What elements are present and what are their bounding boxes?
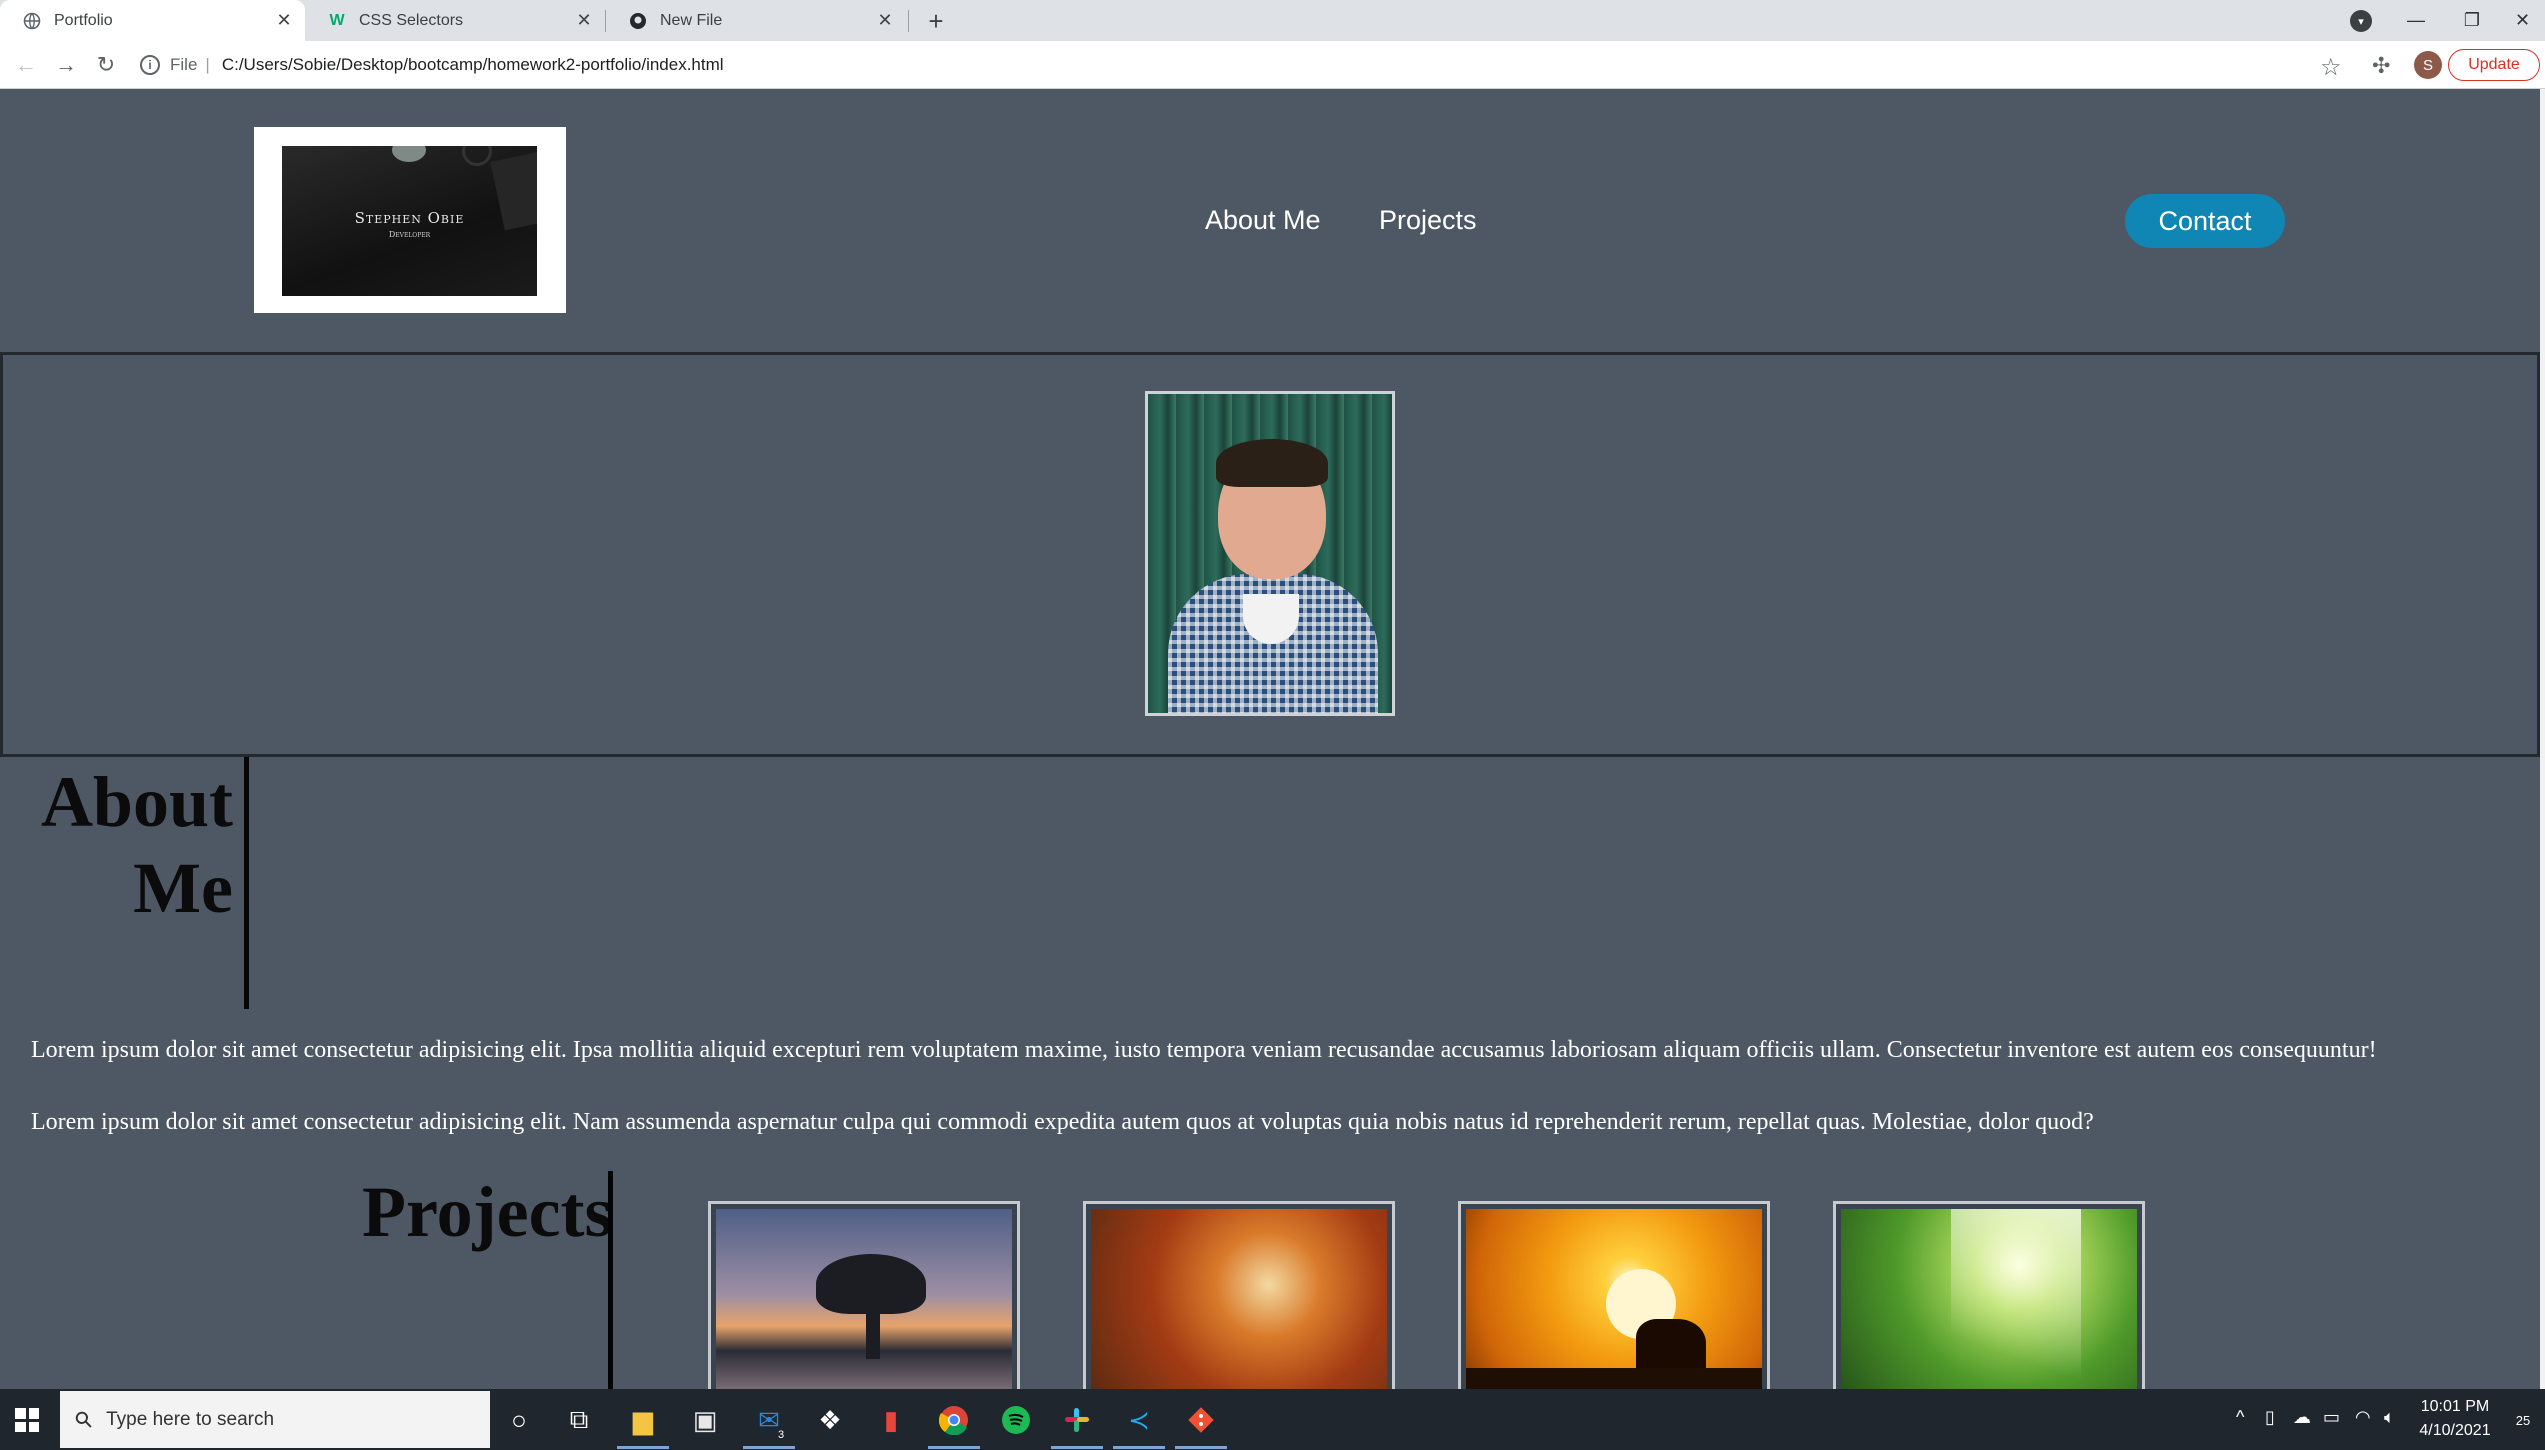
volume-icon[interactable]: 🔈︎ <box>2384 1407 2395 1428</box>
windows-start-icon[interactable] <box>10 1403 44 1437</box>
tab-divider <box>908 10 909 32</box>
tab-portfolio[interactable]: Portfolio ✕ <box>0 0 305 41</box>
minimize-icon[interactable]: — <box>2388 0 2444 41</box>
about-divider <box>244 757 249 1009</box>
page-viewport: Stephen Obie Developer About Me Projects… <box>0 89 2540 1389</box>
office-icon[interactable]: ▮ <box>872 1401 910 1439</box>
chrome-icon[interactable] <box>935 1401 973 1439</box>
logo-role-text: Developer <box>388 230 431 239</box>
notifications-icon[interactable]: 25 <box>2508 1405 2538 1435</box>
cortana-icon[interactable]: ○ <box>500 1401 538 1439</box>
slack-icon[interactable] <box>1058 1401 1096 1439</box>
update-button[interactable]: Update <box>2448 49 2540 81</box>
extensions-puzzle-icon[interactable]: ✣ <box>2372 53 2390 79</box>
task-view-icon[interactable]: ⧉ <box>560 1401 598 1439</box>
search-placeholder: Type here to search <box>106 1408 275 1430</box>
new-tab-icon[interactable]: + <box>920 5 952 37</box>
image-trunk <box>866 1299 880 1359</box>
vscode-icon[interactable]: ≺ <box>1120 1401 1158 1439</box>
mail-badge: 3 <box>778 1429 785 1441</box>
wifi-icon[interactable]: ◠ <box>2355 1407 2371 1428</box>
project-image <box>716 1209 1012 1389</box>
device-icon[interactable]: ▯ <box>2265 1407 2275 1428</box>
bookmark-star-icon[interactable]: ☆ <box>2320 53 2342 82</box>
close-tab-icon[interactable]: ✕ <box>271 8 297 34</box>
show-hidden-icons-icon[interactable]: ^ <box>2236 1407 2244 1428</box>
tab-search-icon[interactable]: ▾ <box>2350 10 2372 32</box>
running-indicator <box>1113 1446 1165 1449</box>
logo-name-text: Stephen Obie <box>354 209 465 227</box>
github-icon <box>628 11 648 31</box>
browser-toolbar: ← → ↻ i File | C:/Users/Sobie/Desktop/bo… <box>0 41 2545 89</box>
running-indicator <box>617 1446 669 1449</box>
browser-tab-strip: Portfolio ✕ W CSS Selectors ✕ New File ✕… <box>0 0 2545 41</box>
taskbar-clock[interactable]: 10:01 PM 4/10/2021 <box>2395 1395 2515 1443</box>
close-window-icon[interactable]: ✕ <box>2500 0 2545 41</box>
address-divider: | <box>205 55 210 74</box>
address-url[interactable]: C:/Users/Sobie/Desktop/bootcamp/homework… <box>222 55 724 75</box>
logo-decoration <box>392 146 426 162</box>
forward-icon[interactable]: → <box>50 49 82 81</box>
page-scrollbar[interactable] <box>2540 89 2545 1389</box>
projects-heading: Projects <box>362 1172 613 1252</box>
about-me-heading: About Me <box>40 762 233 928</box>
nav-link-projects[interactable]: Projects <box>1379 205 1477 236</box>
projects-divider <box>608 1171 613 1389</box>
search-icon: ⚲ <box>69 1404 99 1434</box>
windows-taskbar: ⚲ Type here to search ○ ⧉ ▆ ▣ ✉ 3 ❖ ▮ ≺ … <box>0 1389 2545 1450</box>
clock-time: 10:01 PM <box>2420 1398 2490 1415</box>
about-paragraph-1: Lorem ipsum dolor sit amet consectetur a… <box>31 1037 2377 1063</box>
profile-photo <box>1145 391 1395 716</box>
image-light-rays <box>1951 1209 2081 1389</box>
profile-avatar[interactable]: S <box>2414 51 2442 79</box>
globe-icon <box>22 11 42 31</box>
git-icon[interactable] <box>1182 1401 1220 1439</box>
site-logo[interactable]: Stephen Obie Developer <box>254 127 566 313</box>
battery-icon[interactable]: ▭ <box>2323 1407 2340 1428</box>
nav-link-about-me[interactable]: About Me <box>1205 205 1321 236</box>
close-tab-icon[interactable]: ✕ <box>872 8 898 34</box>
reload-icon[interactable]: ↻ <box>90 49 122 81</box>
clock-date: 4/10/2021 <box>2419 1422 2491 1439</box>
onedrive-cloud-icon[interactable]: ☁ <box>2293 1407 2311 1428</box>
logo-image: Stephen Obie Developer <box>282 146 537 296</box>
about-paragraph-2: Lorem ipsum dolor sit amet consectetur a… <box>31 1109 2094 1135</box>
address-bar[interactable]: i File | C:/Users/Sobie/Desktop/bootcamp… <box>140 47 2370 83</box>
running-indicator <box>1175 1446 1227 1449</box>
address-scheme: File <box>170 55 198 74</box>
taskbar-search-input[interactable]: ⚲ Type here to search <box>60 1391 490 1448</box>
running-indicator <box>1051 1446 1103 1449</box>
tab-title: Portfolio <box>54 11 113 29</box>
project-image <box>1091 1209 1387 1389</box>
file-explorer-icon[interactable]: ▆ <box>624 1401 662 1439</box>
project-image <box>1841 1209 2137 1389</box>
running-indicator <box>743 1446 795 1449</box>
tab-new-file[interactable]: New File ✕ <box>606 0 906 41</box>
back-icon[interactable]: ← <box>10 49 42 81</box>
project-thumbnail-3[interactable] <box>1458 1201 1770 1389</box>
tab-title: CSS Selectors <box>359 11 464 29</box>
logo-decoration <box>462 146 492 166</box>
tab-css-selectors[interactable]: W CSS Selectors ✕ <box>305 0 605 41</box>
restore-icon[interactable]: ❐ <box>2444 0 2500 41</box>
store-icon[interactable]: ▣ <box>686 1401 724 1439</box>
image-ground <box>1466 1368 1762 1389</box>
photo-hair <box>1216 439 1328 487</box>
w3schools-icon: W <box>329 11 345 29</box>
running-indicator <box>928 1446 980 1449</box>
notification-count: 25 <box>2515 1412 2531 1428</box>
close-tab-icon[interactable]: ✕ <box>571 8 597 34</box>
project-image <box>1466 1209 1762 1389</box>
info-icon[interactable]: i <box>140 55 160 75</box>
project-thumbnail-4[interactable] <box>1833 1201 2145 1389</box>
contact-button[interactable]: Contact <box>2125 194 2285 248</box>
project-thumbnail-2[interactable] <box>1083 1201 1395 1389</box>
dropbox-icon[interactable]: ❖ <box>811 1401 849 1439</box>
tab-title: New File <box>660 11 723 29</box>
project-thumbnail-1[interactable] <box>708 1201 1020 1389</box>
spotify-icon[interactable] <box>997 1401 1035 1439</box>
